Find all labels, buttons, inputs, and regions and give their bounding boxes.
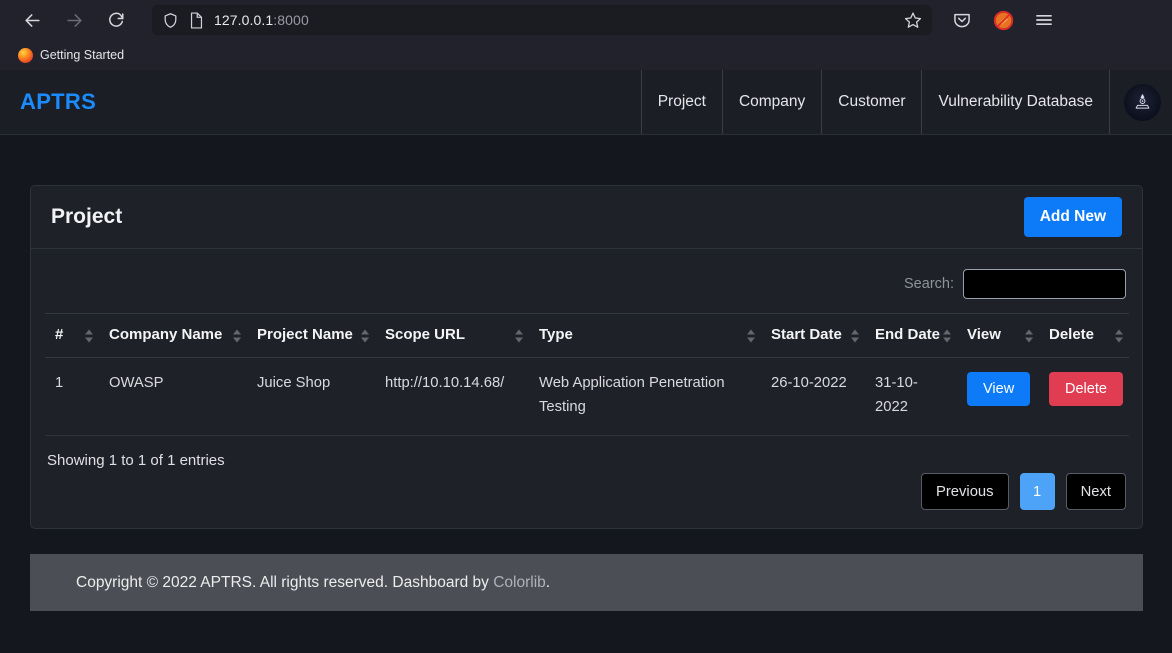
cell-company-name: OWASP [99, 357, 247, 437]
column-label: Project Name [257, 326, 353, 343]
shield-icon[interactable] [162, 12, 179, 29]
back-arrow-icon[interactable] [18, 6, 46, 34]
footer-text: Copyright © 2022 APTRS. All rights reser… [76, 574, 550, 592]
forward-arrow-icon[interactable] [60, 6, 88, 34]
browser-chrome: 127.0.0.1:8000 Getting Started [0, 0, 1172, 70]
column-header-type[interactable]: Type [529, 313, 761, 358]
cell-delete: Delete [1039, 357, 1129, 437]
star-icon[interactable] [904, 11, 922, 29]
pocket-icon[interactable] [950, 8, 974, 32]
footer-period: . [545, 573, 551, 591]
cell-end-date: 31-10-2022 [865, 357, 957, 437]
avatar-wrapper[interactable] [1109, 70, 1172, 134]
bookmarks-bar: Getting Started [0, 40, 1172, 70]
navigation-buttons [12, 6, 130, 34]
add-new-button[interactable]: Add New [1023, 197, 1122, 237]
card-body: Search: # Company Name Project Name Scop… [31, 249, 1142, 528]
project-card: Project Add New Search: # Company Name P… [30, 185, 1143, 530]
sort-indicator-icon[interactable] [515, 329, 523, 342]
column-label: Company Name [109, 326, 223, 343]
blocked-extension-icon[interactable] [991, 8, 1015, 32]
bookmark-getting-started[interactable]: Getting Started [12, 46, 130, 65]
app-navbar: APTRS Project Company Customer Vulnerabi… [0, 70, 1172, 135]
hamburger-menu-icon[interactable] [1032, 8, 1056, 32]
sort-indicator-icon[interactable] [851, 329, 859, 342]
column-header-scope-url[interactable]: Scope URL [375, 313, 529, 358]
column-label: Start Date [771, 326, 842, 343]
page-title: Project [51, 205, 123, 228]
footer-copyright-text: Copyright © 2022 APTRS. All rights reser… [76, 573, 494, 591]
navbar-links: Project Company Customer Vulnerability D… [640, 70, 1172, 134]
cell-view: View [957, 357, 1039, 437]
search-row: Search: [45, 263, 1128, 313]
cell-type: Web Application Penetration Testing [529, 357, 761, 437]
table-head: # Company Name Project Name Scope URL Ty… [45, 313, 1129, 358]
column-header-project-name[interactable]: Project Name [247, 313, 375, 358]
nav-link-vulnerability-database[interactable]: Vulnerability Database [921, 70, 1109, 134]
pagination-next-button[interactable]: Next [1065, 473, 1126, 511]
delete-button[interactable]: Delete [1049, 372, 1123, 406]
nav-link-company[interactable]: Company [721, 70, 821, 134]
cell-project-name: Juice Shop [247, 357, 375, 437]
view-button[interactable]: View [967, 372, 1031, 406]
search-label: Search: [904, 276, 954, 292]
table-row: 1 OWASP Juice Shop http://10.10.14.68/ W… [45, 357, 1129, 437]
column-label: # [55, 326, 64, 343]
column-header-end-date[interactable]: End Date [865, 313, 957, 358]
table-footer: Showing 1 to 1 of 1 entries Previous 1 N… [45, 436, 1128, 511]
pagination: Previous 1 Next [920, 473, 1126, 511]
page-footer: Copyright © 2022 APTRS. All rights reser… [30, 554, 1143, 612]
sort-indicator-icon[interactable] [1025, 329, 1033, 342]
url-text[interactable]: 127.0.0.1:8000 [214, 12, 309, 28]
colorlib-link[interactable]: Colorlib [493, 574, 546, 591]
column-header-delete[interactable]: Delete [1039, 313, 1129, 358]
page-content: APTRS Project Company Customer Vulnerabi… [0, 70, 1172, 653]
pagination-page-1-button[interactable]: 1 [1019, 473, 1055, 511]
sort-indicator-icon[interactable] [85, 329, 93, 342]
table-header-row: # Company Name Project Name Scope URL Ty… [45, 313, 1129, 358]
column-header-start-date[interactable]: Start Date [761, 313, 865, 358]
search-input[interactable] [963, 269, 1126, 299]
column-label: Delete [1049, 326, 1095, 343]
firefox-logo-icon [18, 47, 33, 63]
sort-indicator-icon[interactable] [361, 329, 369, 342]
sort-indicator-icon[interactable] [943, 329, 951, 342]
sort-indicator-icon[interactable] [233, 329, 241, 342]
column-label: View [967, 326, 1001, 343]
url-port: :8000 [273, 12, 309, 28]
projects-table: # Company Name Project Name Scope URL Ty… [45, 313, 1129, 437]
nav-link-customer[interactable]: Customer [821, 70, 921, 134]
table-body: 1 OWASP Juice Shop http://10.10.14.68/ W… [45, 357, 1129, 437]
column-header-view[interactable]: View [957, 313, 1039, 358]
user-avatar-icon[interactable] [1124, 83, 1161, 121]
browser-toolbar-right [950, 8, 1056, 32]
browser-toolbar: 127.0.0.1:8000 [0, 0, 1172, 40]
nav-link-project[interactable]: Project [640, 70, 722, 134]
column-header-index[interactable]: # [45, 313, 99, 358]
column-label: Scope URL [385, 326, 466, 343]
column-label: Type [539, 326, 573, 343]
cell-scope-url: http://10.10.14.68/ [375, 357, 529, 437]
pagination-previous-button[interactable]: Previous [920, 473, 1009, 511]
page-document-icon [189, 11, 204, 29]
sort-indicator-icon[interactable] [747, 329, 755, 342]
entries-info: Showing 1 to 1 of 1 entries [47, 452, 225, 470]
reload-icon[interactable] [102, 6, 130, 34]
cell-index: 1 [45, 357, 99, 437]
card-header: Project Add New [31, 186, 1142, 249]
column-header-company-name[interactable]: Company Name [99, 313, 247, 358]
cell-start-date: 26-10-2022 [761, 357, 865, 437]
url-host: 127.0.0.1 [214, 12, 274, 28]
bookmark-label: Getting Started [40, 48, 125, 62]
column-label: End Date [875, 326, 941, 343]
address-bar[interactable]: 127.0.0.1:8000 [152, 5, 932, 35]
sort-indicator-icon[interactable] [1115, 329, 1123, 342]
brand-logo[interactable]: APTRS [0, 70, 96, 134]
